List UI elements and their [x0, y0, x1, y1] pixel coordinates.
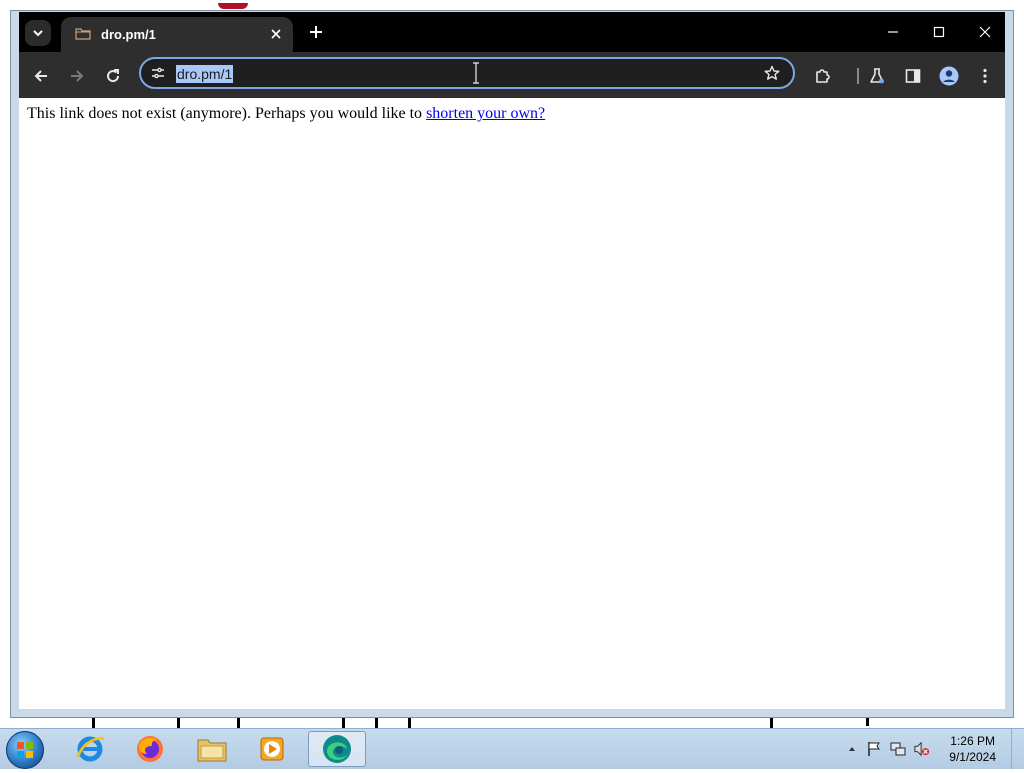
message-text: This link does not exist (anymore). Perh…	[27, 105, 427, 122]
window-close-button[interactable]	[971, 20, 999, 44]
folder-icon	[197, 739, 227, 762]
taskbar: 1:26 PM 9/1/2024	[0, 728, 1024, 769]
minimize-button[interactable]	[879, 20, 907, 44]
tab-search-button[interactable]	[25, 20, 51, 46]
extensions-button[interactable]	[811, 64, 835, 88]
desktop-sketch-mark	[177, 718, 180, 728]
tray-network[interactable]	[890, 741, 906, 757]
taskbar-firefox[interactable]	[126, 731, 174, 767]
edge-icon	[323, 735, 351, 763]
flask-icon	[870, 68, 884, 84]
taskbar-edge[interactable]	[308, 731, 366, 767]
labs-button[interactable]	[865, 64, 889, 88]
media-player-icon	[260, 737, 284, 761]
new-tab-button[interactable]	[307, 23, 325, 41]
arrow-left-icon	[34, 70, 47, 82]
tray-action-center[interactable]	[866, 741, 882, 757]
windows-logo-icon	[17, 742, 33, 758]
puzzle-icon	[816, 69, 830, 83]
internet-explorer-icon	[76, 736, 105, 762]
taskbar-media-player[interactable]	[248, 731, 296, 767]
bookmark-button[interactable]	[763, 64, 781, 82]
more-vert-icon	[983, 68, 987, 84]
network-icon	[890, 742, 906, 756]
minimize-icon	[888, 31, 898, 33]
desktop-sketch-mark	[92, 718, 95, 728]
reload-button[interactable]	[101, 64, 125, 88]
address-bar[interactable]: dro.pm/1	[139, 57, 795, 89]
side-panel-button[interactable]	[901, 64, 925, 88]
taskbar-file-explorer[interactable]	[188, 731, 236, 767]
tab-active[interactable]: dro.pm/1	[61, 17, 293, 52]
site-info-button[interactable]	[149, 64, 167, 82]
clock-date: 9/1/2024	[949, 750, 996, 764]
volume-muted-icon	[914, 741, 930, 757]
menu-button[interactable]	[973, 64, 997, 88]
tab-strip: dro.pm/1	[19, 12, 1005, 52]
side-panel-icon	[905, 69, 921, 83]
forward-button[interactable]	[65, 64, 89, 88]
profile-button[interactable]	[937, 64, 961, 88]
tray-overflow-button[interactable]	[844, 741, 860, 757]
tab-title: dro.pm/1	[101, 27, 156, 42]
desktop-sketch-mark	[237, 718, 240, 728]
back-button[interactable]	[29, 64, 53, 88]
flag-icon	[868, 742, 880, 756]
tray-volume[interactable]	[914, 741, 930, 757]
browser-window: dro.pm/1 dro.pm/1 This link does not exi…	[10, 10, 1014, 718]
page-content: This link does not exist (anymore). Perh…	[19, 98, 1005, 709]
desktop-sketch-mark	[408, 718, 411, 728]
desktop-sketch-mark	[218, 3, 248, 9]
toolbar-divider	[857, 68, 859, 84]
maximize-icon	[933, 26, 945, 38]
desktop-sketch-mark	[375, 718, 378, 728]
arrow-right-icon	[71, 70, 84, 82]
browser-toolbar: dro.pm/1	[19, 52, 1005, 98]
avatar-icon	[939, 66, 959, 86]
chevron-down-icon	[33, 30, 43, 37]
firefox-icon	[137, 736, 163, 762]
not-found-message: This link does not exist (anymore). Perh…	[27, 105, 545, 123]
desktop-sketch-mark	[770, 718, 773, 728]
close-icon	[979, 26, 991, 38]
star-icon	[764, 65, 780, 80]
tab-close-button[interactable]	[267, 25, 285, 43]
tune-icon	[152, 67, 164, 79]
chevron-up-icon	[849, 747, 855, 751]
maximize-button[interactable]	[925, 20, 953, 44]
start-button[interactable]	[6, 731, 44, 769]
folder-favicon-icon	[75, 28, 91, 40]
desktop-sketch-mark	[342, 718, 345, 728]
url-text[interactable]: dro.pm/1	[176, 65, 234, 83]
show-desktop-button[interactable]	[1011, 729, 1024, 769]
reload-icon	[107, 69, 120, 83]
plus-icon	[310, 26, 322, 38]
desktop-sketch-mark	[866, 718, 869, 726]
text-cursor-icon	[473, 62, 479, 84]
tray-clock[interactable]: 1:26 PM 9/1/2024	[949, 733, 996, 765]
close-icon	[271, 29, 281, 39]
clock-time: 1:26 PM	[950, 734, 995, 748]
shorten-link[interactable]: shorten your own?	[426, 105, 545, 122]
taskbar-internet-explorer[interactable]	[66, 731, 114, 767]
